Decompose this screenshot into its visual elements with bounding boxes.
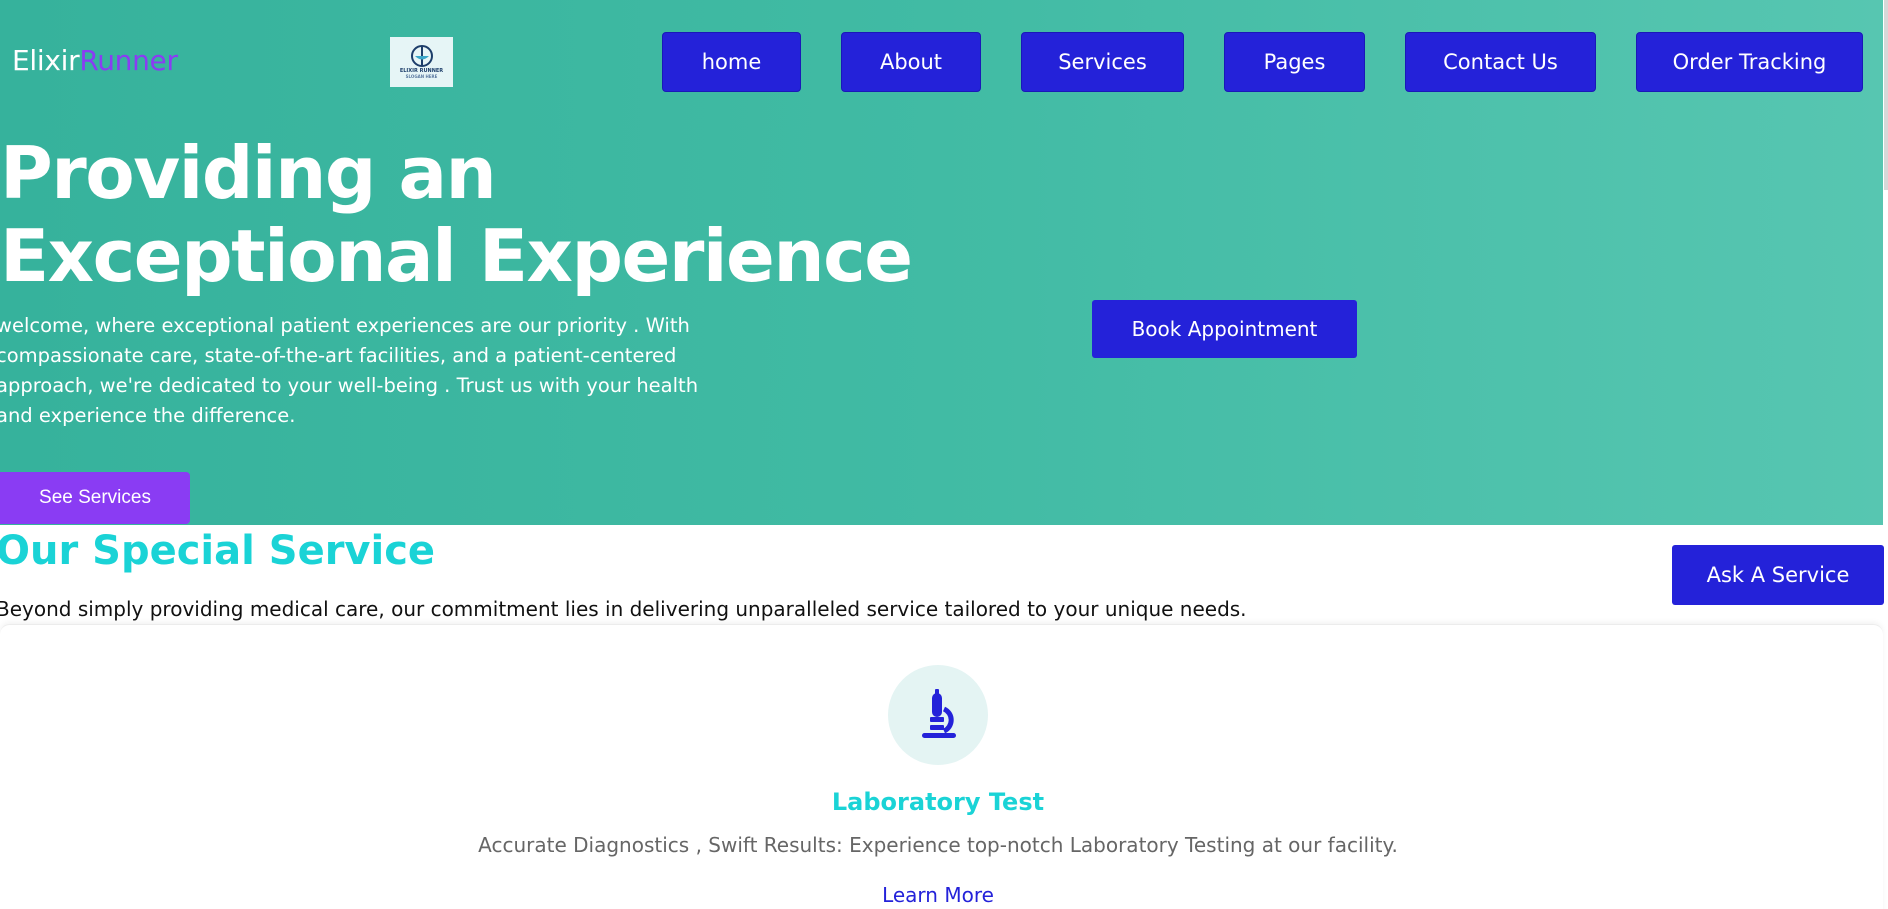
see-services-button[interactable]: See Services <box>0 472 190 524</box>
nav-services-button[interactable]: Services <box>1021 32 1184 92</box>
hero-section: ElixirRunner ELIXIR RUNNER SLOGAN HERE h… <box>0 0 1883 525</box>
nav-pages-button[interactable]: Pages <box>1224 32 1365 92</box>
service-card-title: Laboratory Test <box>831 788 1045 816</box>
nav-about-button[interactable]: About <box>841 32 981 92</box>
brand-name[interactable]: ElixirRunner <box>12 44 178 77</box>
nav-order-tracking-button[interactable]: Order Tracking <box>1636 32 1863 92</box>
service-card-description: Accurate Diagnostics , Swift Results: Ex… <box>478 833 1398 857</box>
microscope-icon <box>922 689 956 738</box>
book-appointment-button[interactable]: Book Appointment <box>1092 300 1357 358</box>
brand-part-2: Runner <box>79 44 178 77</box>
service-icon-circle <box>888 665 988 765</box>
nav-contact-button[interactable]: Contact Us <box>1405 32 1596 92</box>
logo-text-2: SLOGAN HERE <box>405 74 438 79</box>
nav-home-button[interactable]: home <box>662 32 801 92</box>
scrollbar[interactable] <box>1884 0 1888 190</box>
ask-service-button[interactable]: Ask A Service <box>1672 545 1884 605</box>
hero-title: Providing an Exceptional Experience <box>0 131 913 298</box>
hero-subtitle: welcome, where exceptional patient exper… <box>0 314 699 427</box>
logo-icon <box>410 45 433 67</box>
learn-more-link[interactable]: Learn More <box>0 883 1876 907</box>
special-service-subtitle: Beyond simply providing medical care, ou… <box>0 597 1247 621</box>
logo[interactable]: ELIXIR RUNNER SLOGAN HERE <box>390 37 453 87</box>
brand-part-1: Elixir <box>12 44 80 77</box>
special-service-title: Our Special Service <box>0 528 436 574</box>
